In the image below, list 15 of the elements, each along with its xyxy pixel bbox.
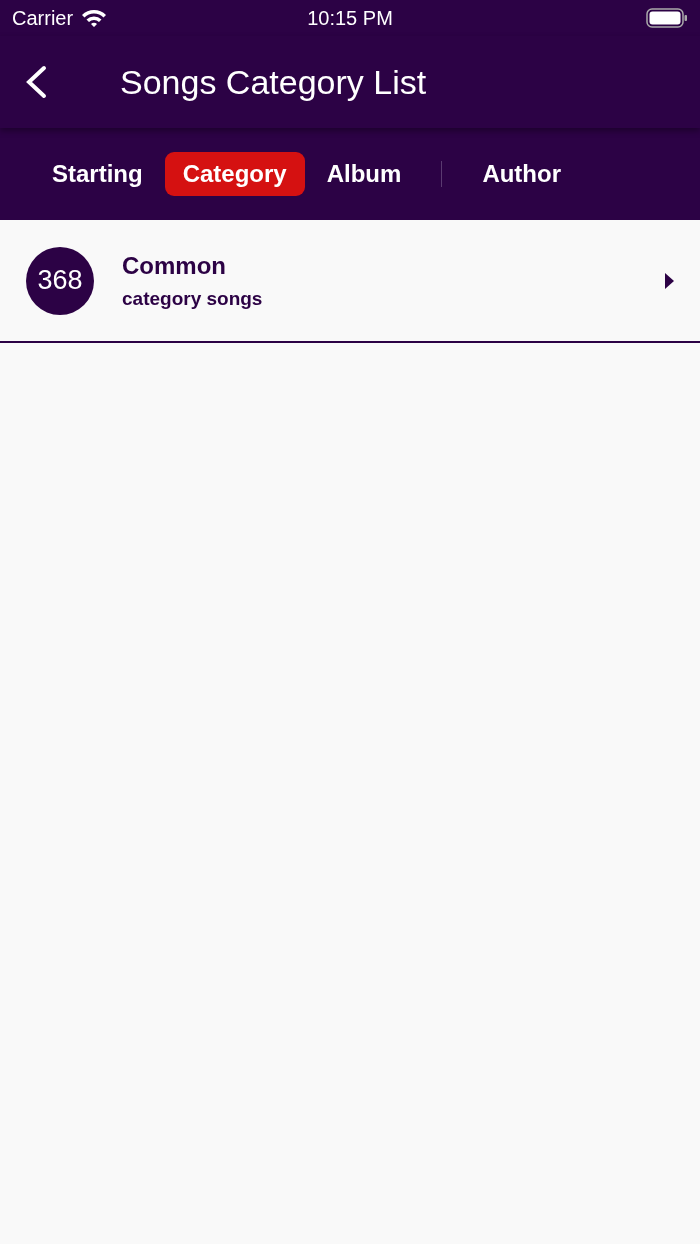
tab[interactable]: Category — [164, 152, 305, 196]
back-icon[interactable] — [24, 65, 48, 99]
battery-icon — [646, 8, 688, 28]
screen-title: Songs Category List — [120, 62, 427, 102]
tab[interactable]: Album — [308, 152, 420, 196]
clock: 10:15 PM — [307, 6, 393, 30]
caret-icon — [664, 272, 674, 289]
tab[interactable]: Starting — [34, 152, 161, 196]
category-title: Common — [122, 251, 227, 280]
category-subtitle: category songs — [122, 287, 264, 310]
tab[interactable]: Author — [464, 152, 580, 196]
carrier-label: Carrier — [12, 6, 74, 30]
category-row[interactable]: 368 Common category songs — [0, 220, 700, 343]
count-badge: 368 — [26, 246, 94, 315]
wifi-icon — [81, 8, 108, 28]
